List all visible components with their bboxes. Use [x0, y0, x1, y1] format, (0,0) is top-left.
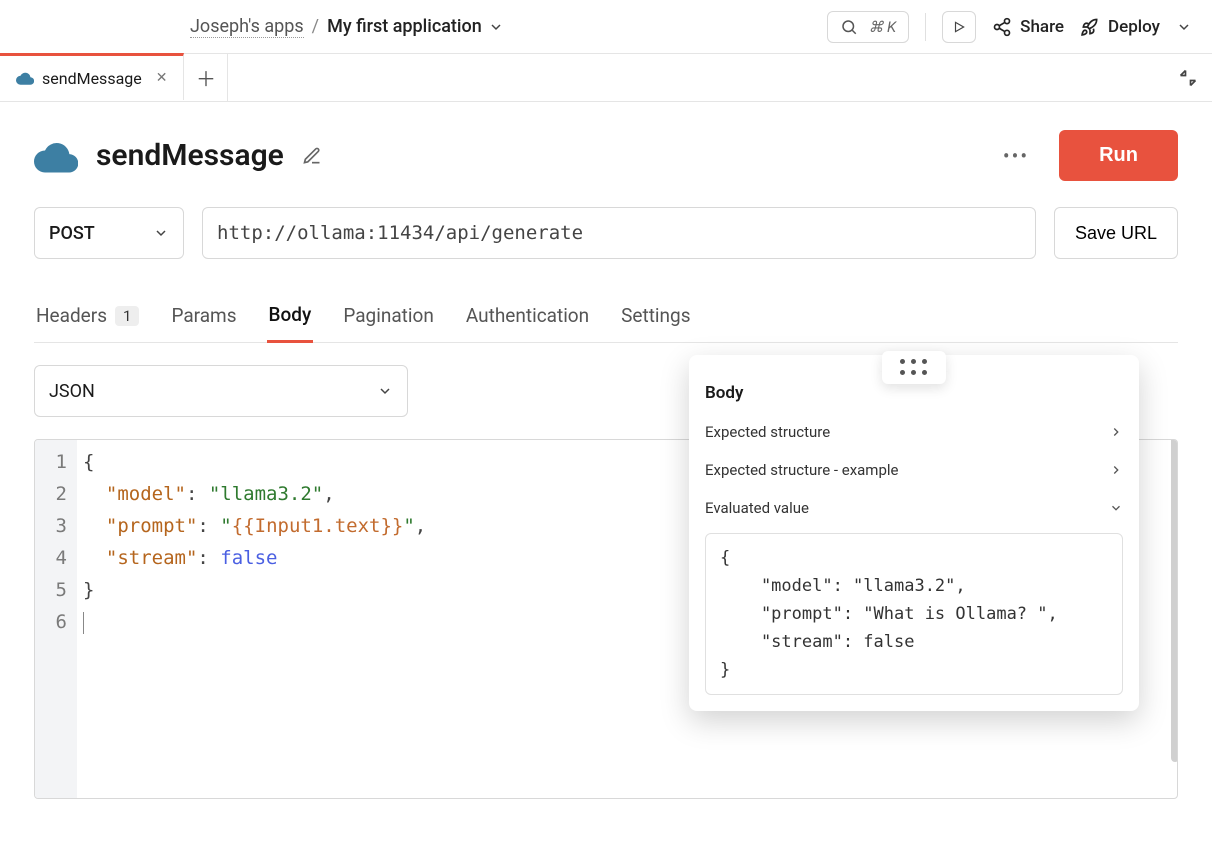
cloud-icon [16, 71, 34, 85]
share-button[interactable]: Share [992, 17, 1064, 37]
cloud-icon [34, 139, 78, 173]
save-url-button[interactable]: Save URL [1054, 207, 1178, 259]
row-label: Expected structure [705, 423, 830, 441]
rocket-icon [1080, 17, 1100, 37]
main: sendMessage ••• Run POST Save URL Header… [0, 102, 1212, 799]
tab-headers-label: Headers [36, 304, 107, 327]
evaluated-value-box: { "model": "llama3.2", "prompt": "What i… [705, 533, 1123, 695]
line-gutter: 1 2 3 4 5 6 [35, 440, 77, 798]
breadcrumb-app[interactable]: My first application [327, 16, 504, 37]
url-input[interactable] [202, 207, 1036, 259]
line-number: 5 [49, 574, 67, 606]
chevron-right-icon [1109, 463, 1123, 477]
divider [925, 13, 926, 41]
text-cursor [83, 612, 84, 634]
method-select[interactable]: POST [34, 207, 184, 259]
chevron-down-icon [153, 225, 169, 241]
add-tab-button[interactable]: ＋ [184, 54, 228, 101]
tab-authentication[interactable]: Authentication [464, 296, 591, 341]
deploy-button[interactable]: Deploy [1080, 17, 1192, 37]
row-expected-structure[interactable]: Expected structure [705, 413, 1123, 451]
close-icon[interactable]: ✕ [156, 70, 168, 86]
share-icon [992, 17, 1012, 37]
line-number: 4 [49, 542, 67, 574]
file-tab[interactable]: sendMessage ✕ [0, 53, 184, 100]
popover-title: Body [705, 383, 1123, 403]
tab-pagination[interactable]: Pagination [341, 296, 436, 341]
edit-icon[interactable] [302, 146, 322, 166]
body-format-select[interactable]: JSON [34, 365, 408, 417]
drag-handle[interactable] [882, 351, 946, 384]
page-title: sendMessage [96, 138, 284, 173]
topbar: Joseph's apps / My first application ⌘ K [0, 0, 1212, 54]
tab-params[interactable]: Params [169, 296, 238, 341]
row-evaluated-value[interactable]: Evaluated value [705, 489, 1123, 527]
tab-settings[interactable]: Settings [619, 296, 692, 341]
file-tab-row: sendMessage ✕ ＋ [0, 54, 1212, 102]
chevron-down-icon [1109, 501, 1123, 515]
breadcrumb-owner[interactable]: Joseph's apps [190, 16, 304, 38]
row-label: Expected structure - example [705, 461, 898, 479]
breadcrumb: Joseph's apps / My first application [190, 16, 827, 38]
tab-body[interactable]: Body [267, 295, 314, 343]
body-area: JSON 1 2 3 4 5 6 { "model": "llama3.2", … [34, 365, 1178, 799]
share-label: Share [1020, 17, 1064, 37]
row-label: Evaluated value [705, 499, 809, 517]
play-icon [952, 20, 966, 34]
breadcrumb-sep: / [312, 16, 319, 37]
headers-count-badge: 1 [115, 306, 139, 326]
body-popover: Body Expected structure Expected structu… [689, 355, 1139, 711]
subtabs: Headers 1 Params Body Pagination Authent… [34, 295, 1178, 343]
chevron-right-icon [1109, 425, 1123, 439]
drag-icon [900, 359, 928, 376]
line-number: 6 [49, 606, 67, 638]
tab-headers[interactable]: Headers 1 [34, 296, 141, 341]
body-format-value: JSON [49, 381, 95, 402]
plus-icon: ＋ [196, 63, 216, 92]
deploy-label: Deploy [1108, 17, 1160, 37]
line-number: 2 [49, 478, 67, 510]
chevron-down-icon[interactable] [1176, 19, 1192, 35]
url-row: POST Save URL [34, 207, 1178, 259]
file-tab-label: sendMessage [42, 69, 142, 88]
code-content[interactable]: { "model": "llama3.2", "prompt": "{{Inpu… [77, 440, 432, 798]
top-actions: ⌘ K Share Deploy [827, 11, 1192, 43]
preview-button[interactable] [942, 11, 976, 43]
breadcrumb-app-label: My first application [327, 16, 482, 37]
chevron-down-icon[interactable] [488, 19, 504, 35]
title-row: sendMessage ••• Run [34, 130, 1178, 181]
row-expected-example[interactable]: Expected structure - example [705, 451, 1123, 489]
more-icon[interactable]: ••• [1003, 144, 1029, 168]
run-button[interactable]: Run [1059, 130, 1178, 181]
line-number: 1 [49, 446, 67, 478]
search-shortcut: ⌘ K [868, 18, 896, 36]
search-icon [840, 18, 858, 36]
method-value: POST [49, 223, 95, 244]
chevron-down-icon [377, 383, 393, 399]
scrollbar-thumb[interactable] [1171, 439, 1178, 762]
search-button[interactable]: ⌘ K [827, 11, 909, 43]
line-number: 3 [49, 510, 67, 542]
collapse-icon[interactable] [1178, 68, 1198, 88]
